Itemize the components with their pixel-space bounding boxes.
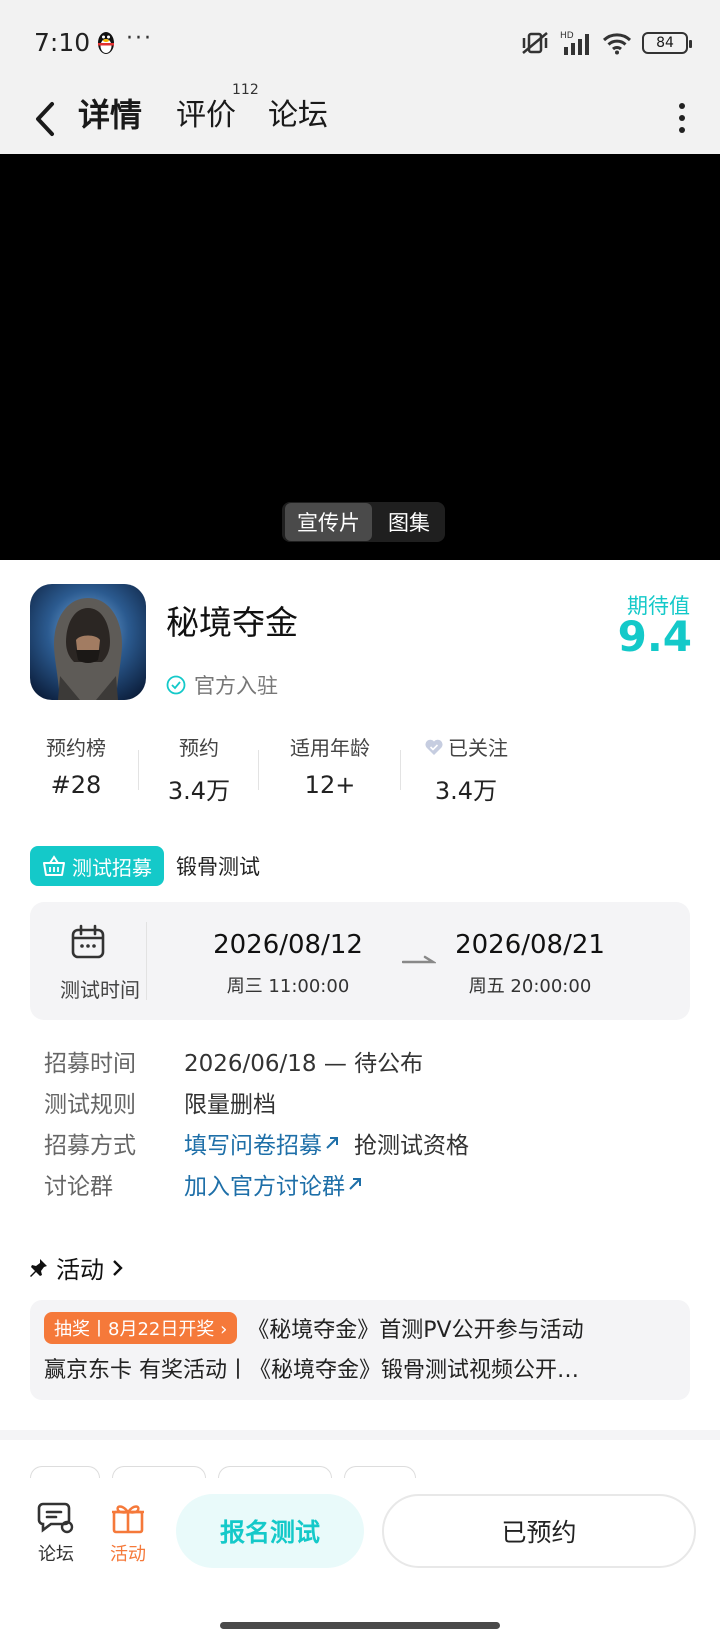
grab-qualification-text: 抢测试资格 xyxy=(354,1132,469,1159)
heart-check-icon xyxy=(425,739,443,755)
detail-key: 讨论群 xyxy=(44,1173,113,1200)
media-switcher: 宣传片 图集 xyxy=(282,502,445,542)
game-app-icon xyxy=(30,584,146,700)
more-vertical-icon[interactable] xyxy=(674,98,690,138)
activity-line-2: 赢京东卡 有奖活动丨《秘境夺金》锻骨测试视频公开… xyxy=(44,1358,579,1383)
test-recruit-badge: 测试招募 xyxy=(30,846,164,886)
gift-icon xyxy=(112,1505,144,1534)
join-group-link[interactable]: 加入官方讨论群 xyxy=(184,1167,363,1201)
discussion-group-row: 讨论群 加入官方讨论群 xyxy=(44,1163,684,1204)
forum-label: 论坛 xyxy=(38,1544,74,1565)
start-date: 2026/08/12 xyxy=(213,930,363,960)
stat-value: 3.4万 xyxy=(434,777,498,805)
official-badge: 官方入驻 xyxy=(166,670,278,700)
stat-followers[interactable]: 已关注 3.4万 xyxy=(416,732,516,806)
test-details: 招募时间 2026/06/18 — 待公布 测试规则 限量删档 招募方式 填写问… xyxy=(44,1040,684,1204)
signup-test-button[interactable]: 报名测试 xyxy=(176,1494,364,1568)
activity-card[interactable]: 抽奖丨8月22日开奖 › 《秘境夺金》首测PV公开参与活动 赢京东卡 有奖活动丨《… xyxy=(30,1300,690,1400)
lottery-badge[interactable]: 抽奖丨8月22日开奖 › xyxy=(44,1312,238,1344)
questionnaire-link[interactable]: 填写问卷招募 xyxy=(184,1126,340,1160)
stat-divider xyxy=(400,750,401,790)
game-title: 秘境夺金 xyxy=(166,603,298,642)
verified-check-icon xyxy=(166,675,186,695)
test-name: 锻骨测试 xyxy=(176,855,260,879)
stat-value: 12+ xyxy=(304,771,356,799)
wifi-icon xyxy=(602,33,632,55)
media-tab-gallery[interactable]: 图集 xyxy=(376,503,442,541)
bottom-forum[interactable]: 论坛 xyxy=(26,1500,86,1566)
stat-label: 已关注 xyxy=(416,732,516,761)
status-bar: 7:10 ··· HD 84 xyxy=(0,0,720,88)
tab-forum[interactable]: 论坛 xyxy=(268,90,328,134)
test-rules-row: 测试规则 限量删档 xyxy=(44,1081,684,1122)
activity-heading: 活动 xyxy=(56,1256,104,1284)
stat-reservations: 预约 3.4万 xyxy=(152,732,246,806)
qq-penguin-icon xyxy=(98,32,114,54)
reserved-button[interactable]: 已预约 xyxy=(382,1494,696,1568)
official-label: 官方入驻 xyxy=(194,674,278,698)
end-weekday-time: 周五 20:00:00 xyxy=(468,976,592,997)
stat-label: 预约榜 xyxy=(46,736,106,760)
section-divider xyxy=(0,1430,720,1440)
forum-chat-icon xyxy=(37,1502,74,1534)
external-arrow-icon xyxy=(349,1177,361,1190)
tab-forum-label: 论坛 xyxy=(268,98,328,133)
test-time-card: 测试时间 2026/08/12 周三 11:00:00 2026/08/21 周… xyxy=(30,902,690,1020)
basket-icon xyxy=(43,855,65,876)
stat-reserve-rank[interactable]: 预约榜 #28 xyxy=(30,732,122,799)
detail-key: 测试规则 xyxy=(44,1091,136,1118)
signal-icon: HD xyxy=(560,31,589,55)
stat-value: 3.4万 xyxy=(167,777,231,805)
external-arrow-icon xyxy=(326,1136,338,1149)
stat-label: 预约 xyxy=(179,736,219,760)
test-time-divider xyxy=(146,922,147,1000)
status-more-dots: ··· xyxy=(126,26,153,51)
detail-key: 招募时间 xyxy=(44,1050,136,1077)
video-player[interactable]: 宣传片 图集 xyxy=(0,154,720,560)
svg-text:HD: HD xyxy=(560,31,574,41)
stat-value: #28 xyxy=(50,771,102,799)
expectation-score: 9.4 xyxy=(617,612,692,661)
back-arrow-icon[interactable] xyxy=(28,96,68,142)
end-date: 2026/08/21 xyxy=(455,930,605,960)
tab-detail-label: 详情 xyxy=(78,96,143,134)
media-tab-trailer[interactable]: 宣传片 xyxy=(285,503,372,541)
activity-label: 活动 xyxy=(110,1544,146,1565)
stat-divider xyxy=(138,750,139,790)
date-range-arrow-icon xyxy=(402,955,436,964)
review-count-badge: 112 xyxy=(232,82,259,98)
activity-header[interactable]: 活动 xyxy=(30,1250,124,1285)
detail-value: 2026/06/18 — 待公布 xyxy=(184,1050,424,1077)
chevron-right-icon xyxy=(113,1259,123,1276)
calendar-icon xyxy=(71,924,105,959)
test-time-label: 测试时间 xyxy=(60,978,140,1002)
test-recruit-row: 测试招募 锻骨测试 xyxy=(30,846,260,886)
vibrate-mute-icon xyxy=(522,32,548,54)
bottom-action-bar: 论坛 活动 报名测试 已预约 xyxy=(0,1478,720,1608)
tab-review[interactable]: 评价 112 xyxy=(176,82,259,134)
stats-row: 预约榜 #28 预约 3.4万 适用年龄 12+ 已关注 3.4万 xyxy=(30,732,690,805)
stat-divider xyxy=(258,750,259,790)
battery-indicator: 84 xyxy=(642,32,692,54)
stat-label: 适用年龄 xyxy=(290,736,370,760)
tab-review-label: 评价 xyxy=(176,98,236,133)
activity-line-1: 抽奖丨8月22日开奖 › 《秘境夺金》首测PV公开参与活动 xyxy=(44,1312,676,1344)
tab-detail[interactable]: 详情 xyxy=(74,90,147,136)
bottom-activity[interactable]: 活动 xyxy=(98,1500,158,1566)
detail-value: 限量删档 xyxy=(184,1091,276,1118)
recruit-method-row: 招募方式 填写问卷招募 抢测试资格 xyxy=(44,1122,684,1163)
stat-age-rating[interactable]: 适用年龄 12+ xyxy=(282,732,378,799)
start-weekday-time: 周三 11:00:00 xyxy=(226,976,350,997)
recruit-badge-label: 测试招募 xyxy=(72,855,152,880)
status-time: 7:10 xyxy=(34,28,91,57)
recruit-time-row: 招募时间 2026/06/18 — 待公布 xyxy=(44,1040,684,1081)
top-nav: 详情 评价 112 论坛 xyxy=(0,82,720,154)
detail-key: 招募方式 xyxy=(44,1132,136,1159)
home-indicator[interactable] xyxy=(220,1622,500,1629)
pin-icon xyxy=(30,1258,47,1277)
